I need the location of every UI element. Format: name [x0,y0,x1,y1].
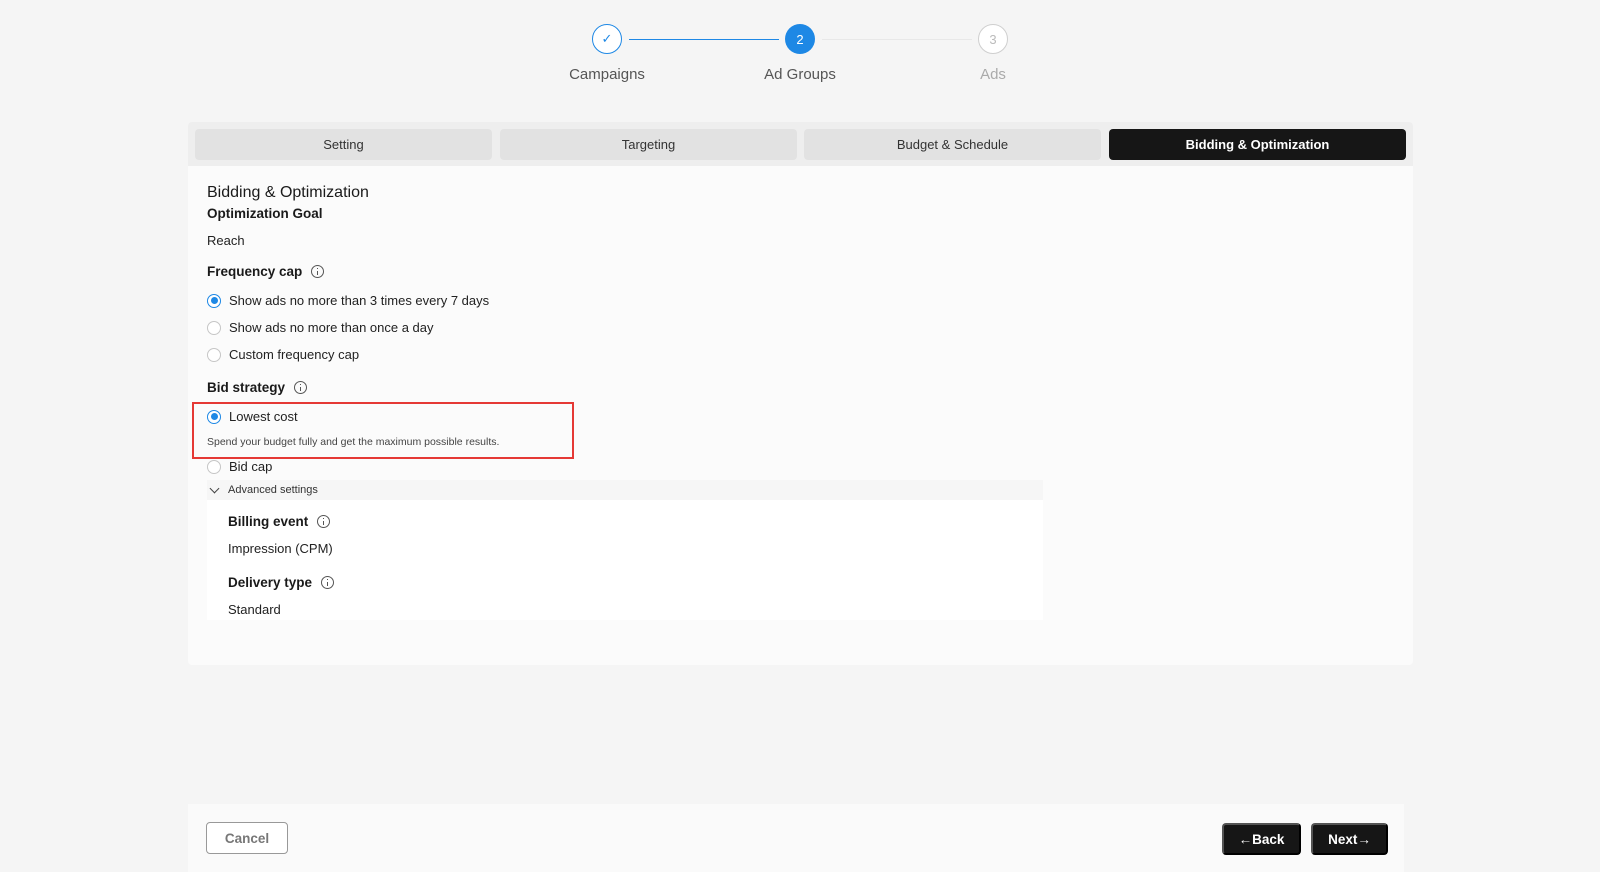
info-icon[interactable] [321,576,335,589]
chevron-down-icon [209,483,220,493]
frequency-cap-heading: Frequency cap [207,264,325,279]
radio-unchecked-icon[interactable] [207,347,221,362]
ad-group-form-panel: Setting Targeting Budget & Schedule Bidd… [188,122,1413,665]
billing-event-value: Impression (CPM) [228,541,333,556]
step-label: Ad Groups [764,66,836,83]
radio-unchecked-icon[interactable] [207,320,221,335]
advanced-settings-toggle[interactable]: Advanced settings [207,480,1043,500]
step-label: Campaigns [569,66,645,83]
footer-bar: Cancel ←Back Next→ [188,804,1404,872]
advanced-settings-label: Advanced settings [228,484,318,496]
billing-event-label: Billing event [228,514,309,529]
tab-setting[interactable]: Setting [195,129,492,160]
bid-strategy-label: Bid strategy [207,380,286,395]
next-button[interactable]: Next→ [1311,823,1388,855]
billing-event-heading: Billing event [228,514,331,529]
bid-option-lowest-cost[interactable]: Lowest cost [207,409,298,424]
tab-bidding-optimization[interactable]: Bidding & Optimization [1109,129,1406,160]
info-icon[interactable] [294,381,308,394]
tab-bar: Setting Targeting Budget & Schedule Bidd… [188,122,1413,166]
radio-label: Bid cap [229,459,273,474]
radio-checked-icon[interactable] [207,409,221,424]
step-number: 3 [978,24,1008,54]
radio-unchecked-icon[interactable] [207,459,221,474]
radio-label: Lowest cost [229,409,298,424]
radio-label: Show ads no more than 3 times every 7 da… [229,293,490,308]
radio-label: Custom frequency cap [229,347,360,362]
cancel-button[interactable]: Cancel [206,822,288,854]
section-title: Bidding & Optimization [207,184,369,201]
delivery-type-value: Standard [228,602,281,617]
step-campaigns[interactable]: ✓ Campaigns [547,24,667,83]
frequency-option-once-a-day[interactable]: Show ads no more than once a day [207,320,434,335]
check-icon: ✓ [592,24,622,54]
optimization-goal-label: Optimization Goal [207,206,323,221]
advanced-settings-body: Billing event Impression (CPM) Delivery … [207,500,1043,620]
progress-stepper: ✓ Campaigns 2 Ad Groups 3 Ads [0,24,1600,94]
step-label: Ads [980,66,1006,83]
frequency-cap-label: Frequency cap [207,264,303,279]
optimization-goal-value: Reach [207,233,245,248]
frequency-option-3-per-7-days[interactable]: Show ads no more than 3 times every 7 da… [207,293,489,308]
step-number: 2 [785,24,815,54]
back-button[interactable]: ←Back [1222,823,1301,855]
tab-budget-schedule[interactable]: Budget & Schedule [804,129,1101,160]
info-icon[interactable] [317,515,331,528]
bid-strategy-heading: Bid strategy [207,380,308,395]
radio-label: Show ads no more than once a day [229,320,434,335]
delivery-type-heading: Delivery type [228,575,335,590]
radio-checked-icon[interactable] [207,293,221,308]
delivery-type-label: Delivery type [228,575,313,590]
step-ads[interactable]: 3 Ads [933,24,1053,83]
info-icon[interactable] [311,265,325,278]
frequency-option-custom[interactable]: Custom frequency cap [207,347,359,362]
tab-targeting[interactable]: Targeting [500,129,797,160]
bid-option-bid-cap[interactable]: Bid cap [207,459,272,474]
step-ad-groups[interactable]: 2 Ad Groups [740,24,860,83]
optimization-goal-heading: Optimization Goal [207,206,323,221]
lowest-cost-description: Spend your budget fully and get the maxi… [207,436,500,448]
